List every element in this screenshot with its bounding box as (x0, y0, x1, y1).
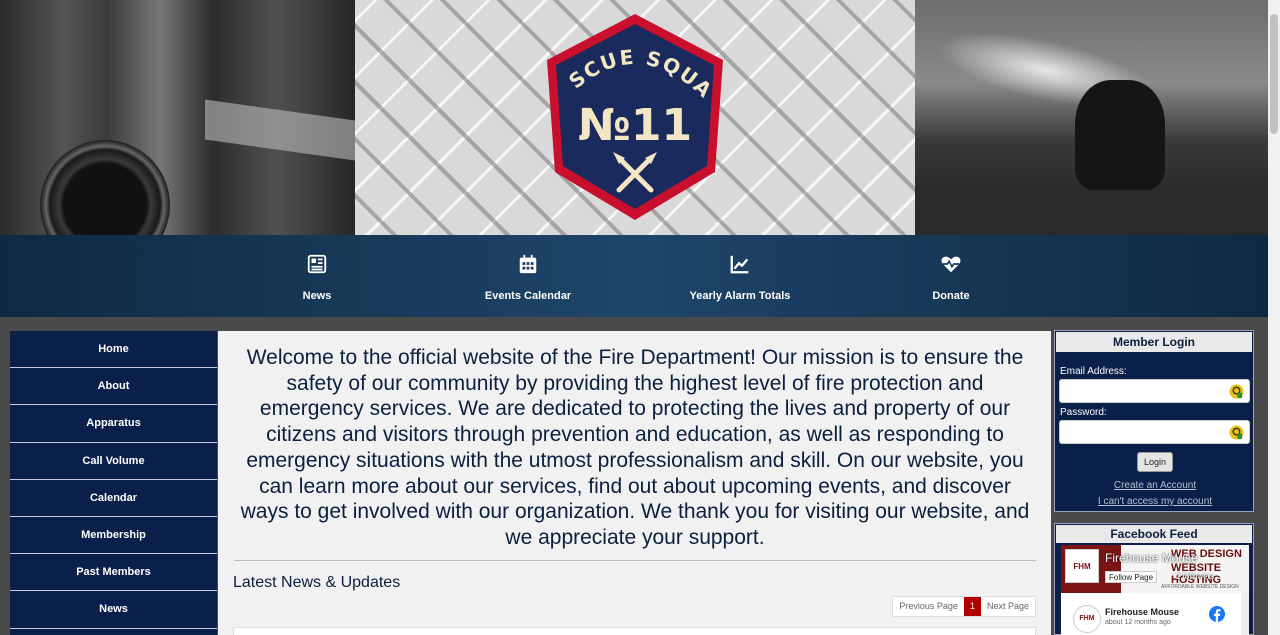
news-card[interactable] (233, 627, 1036, 635)
sidebar-item-apparatus[interactable]: Apparatus (10, 405, 217, 443)
followers-count: 2 followers (1176, 572, 1215, 581)
cant-access-account-link[interactable]: I can't access my account (1055, 496, 1255, 507)
post-timestamp[interactable]: about 12 months ago (1105, 619, 1171, 626)
sidebar-item-news[interactable]: News (10, 591, 217, 629)
chart-line-icon (730, 255, 749, 274)
nav-news-label: News (302, 290, 332, 302)
facebook-page-cover[interactable]: WEB DESIGN WEBSITE HOSTING AFFORDABLE WE… (1061, 545, 1249, 593)
sidebar-item-calendar[interactable]: Calendar (10, 480, 217, 517)
fire-truck-photo (0, 0, 355, 235)
password-label: Password: (1060, 407, 1107, 418)
nav-events-calendar[interactable]: Events Calendar (428, 235, 628, 317)
newspaper-icon (307, 254, 327, 274)
password-manager-icon[interactable] (1229, 384, 1244, 399)
divider (234, 560, 1036, 561)
post-author[interactable]: Firehouse Mouse (1105, 607, 1179, 617)
top-navigation: News Events Calendar Yearly Alarm Totals… (0, 235, 1268, 317)
sidebar-item-about[interactable]: About (10, 368, 217, 406)
password-manager-icon[interactable] (1229, 425, 1244, 440)
password-field[interactable] (1059, 420, 1250, 444)
facebook-page-name[interactable]: Firehouse Mouse (1105, 551, 1198, 565)
sidebar-item-membership[interactable]: Membership (10, 517, 217, 555)
heartbeat-icon (941, 256, 961, 273)
logo-number: №11 (578, 100, 692, 151)
nav-news[interactable]: News (217, 235, 417, 317)
sidebar-item-past-members[interactable]: Past Members (10, 554, 217, 592)
facebook-post[interactable]: FHM Firehouse Mouse about 12 months ago (1061, 593, 1249, 635)
rescue-squad-logo[interactable]: RESCUE SQUAD №11 (543, 12, 727, 222)
facebook-page-logo[interactable]: FHM (1065, 549, 1099, 583)
previous-page-button[interactable]: Previous Page (893, 597, 964, 616)
nav-yearly-alarm-totals[interactable]: Yearly Alarm Totals (640, 235, 840, 317)
nav-donate-label: Donate (932, 290, 970, 302)
welcome-message: Welcome to the official website of the F… (240, 346, 1030, 549)
header-banner: RESCUE SQUAD №11 (0, 0, 1268, 235)
feed-scrollbar[interactable] (1241, 593, 1249, 635)
page-scrollbar[interactable] (1268, 0, 1280, 635)
news-pager: Previous Page 1 Next Page (892, 596, 1036, 617)
calendar-icon (519, 254, 537, 274)
main-content: Welcome to the official website of the F… (218, 331, 1051, 635)
nav-events-calendar-label: Events Calendar (484, 290, 572, 302)
facebook-feed-panel: Facebook Feed WEB DESIGN WEBSITE HOSTING… (1054, 523, 1254, 635)
nav-donate[interactable]: Donate (851, 235, 1051, 317)
sidebar-navigation: Home About Apparatus Call Volume Calenda… (10, 331, 217, 635)
email-label: Email Address: (1060, 366, 1127, 377)
follow-page-button[interactable]: Follow Page (1105, 571, 1158, 583)
member-login-panel: Member Login Email Address: Password: Lo… (1054, 330, 1254, 512)
facebook-icon[interactable] (1209, 606, 1225, 622)
nav-yearly-alarm-totals-label: Yearly Alarm Totals (689, 290, 791, 302)
news-section-title: Latest News & Updates (233, 574, 401, 591)
cover-text-3: AFFORDABLE WEBSITE DESIGN (1161, 584, 1239, 590)
current-page-indicator[interactable]: 1 (963, 597, 981, 616)
sidebar-item-home[interactable]: Home (10, 331, 217, 369)
scrollbar-thumb[interactable] (1270, 14, 1278, 134)
login-button[interactable]: Login (1137, 452, 1173, 472)
firefighters-photo (915, 0, 1268, 235)
post-avatar[interactable]: FHM (1073, 605, 1101, 633)
next-page-button[interactable]: Next Page (981, 597, 1035, 616)
member-login-title: Member Login (1056, 332, 1252, 352)
sidebar-item-call-volume[interactable]: Call Volume (10, 443, 217, 480)
email-field[interactable] (1059, 379, 1250, 403)
facebook-feed-title: Facebook Feed (1056, 525, 1252, 543)
create-account-link[interactable]: Create an Account (1055, 480, 1255, 491)
